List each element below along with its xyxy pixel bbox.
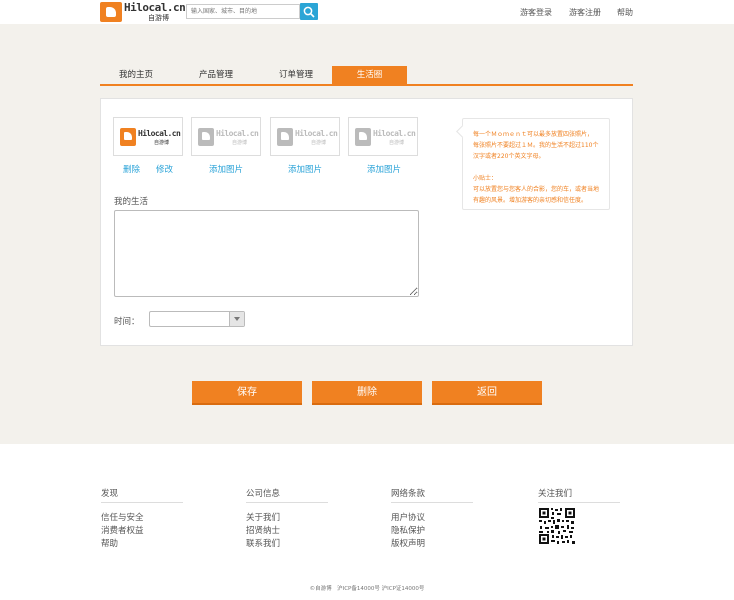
tip-title: 小贴士：: [473, 175, 498, 182]
chevron-down-icon[interactable]: [229, 312, 244, 326]
search-input[interactable]: [187, 5, 299, 18]
footer-title-discover: 发现: [101, 489, 119, 499]
photo-logo-text: Hilocal.cn: [138, 129, 181, 138]
footer-link-help[interactable]: 帮助: [101, 537, 118, 549]
my-life-label: 我的生活: [114, 197, 149, 207]
time-select[interactable]: [149, 311, 245, 327]
footer-link-privacy[interactable]: 隐私保护: [391, 524, 425, 536]
placeholder-logo-icon: [355, 128, 371, 146]
copyright-text: ©自游博 沪ICP备14000号 沪ICP证14000号: [309, 586, 425, 592]
photo-logo-cn: 自游博: [232, 140, 248, 146]
tip-box: 每一个Ｍｏｍｅｎｔ可以最多放置四张照片， 每张照片不要超过１Ｍ。我的生活不超过1…: [462, 118, 610, 210]
photo-slot-2[interactable]: Hilocal.cn 自游博: [191, 117, 261, 156]
photo-logo-cn: 自游博: [311, 140, 327, 146]
search-button[interactable]: [300, 3, 318, 20]
add-photo-link-4[interactable]: 添加图片: [367, 163, 401, 175]
footer-divider: [246, 502, 328, 503]
logo-icon: [100, 2, 122, 22]
photo-logo-cn: 自游博: [154, 140, 170, 146]
tip-line: 每一个Ｍｏｍｅｎｔ可以最多放置四张照片，: [473, 131, 594, 138]
tab-product-management[interactable]: 产品管理: [180, 66, 252, 84]
site-logo[interactable]: Hilocal.cn 自游博: [100, 1, 186, 23]
photo-logo-text: Hilocal.cn: [216, 129, 259, 138]
my-life-textarea[interactable]: [114, 210, 419, 297]
delete-button[interactable]: 删除: [312, 381, 422, 405]
logo-icon: [120, 128, 136, 146]
add-photo-link-2[interactable]: 添加图片: [209, 163, 243, 175]
tip-line: 汉字或者220个英文字母。: [473, 153, 545, 160]
footer-divider: [101, 502, 183, 503]
footer-link-about[interactable]: 关于我们: [246, 511, 280, 523]
footer-link-careers[interactable]: 招贤纳士: [246, 524, 280, 536]
delete-photo-link[interactable]: 删除: [123, 163, 140, 175]
visitor-login-link[interactable]: 游客登录: [520, 7, 552, 18]
edit-photo-link[interactable]: 修改: [156, 163, 173, 175]
footer-link-user-agreement[interactable]: 用户协议: [391, 511, 425, 523]
placeholder-logo-icon: [277, 128, 293, 146]
tab-life-circle[interactable]: 生活圈: [332, 66, 407, 84]
save-button[interactable]: 保存: [192, 381, 302, 405]
tip-line: 可以放置您与您客人的合影，您的车，或者当地: [473, 186, 600, 193]
photo-slot-4[interactable]: Hilocal.cn 自游博: [348, 117, 418, 156]
search-box[interactable]: [186, 4, 300, 19]
back-button[interactable]: 返回: [432, 381, 542, 405]
visitor-register-link[interactable]: 游客注册: [569, 7, 601, 18]
footer-divider: [538, 502, 620, 503]
help-link[interactable]: 帮助: [617, 7, 633, 18]
add-photo-link-3[interactable]: 添加图片: [288, 163, 322, 175]
footer-link-trust-safety[interactable]: 信任与安全: [101, 511, 144, 523]
footer-link-consumer-rights[interactable]: 消费者权益: [101, 524, 144, 536]
time-label: 时间：: [114, 317, 140, 327]
top-header: Hilocal.cn 自游博 游客登录 游客注册 帮助: [0, 0, 734, 24]
photo-logo-text: Hilocal.cn: [373, 129, 416, 138]
photo-logo-cn: 自游博: [389, 140, 405, 146]
tab-order-management[interactable]: 订单管理: [260, 66, 332, 84]
tip-line: 每张照片不要超过１Ｍ。我的生活不超过110个: [473, 142, 599, 149]
tab-bar: 我的主页 产品管理 订单管理 生活圈: [100, 66, 633, 86]
footer-divider: [391, 502, 473, 503]
tip-line: 有趣的风景。增加游客的亲切感和信任度。: [473, 197, 588, 204]
logo-cn-text: 自游博: [148, 14, 169, 22]
photo-logo-text: Hilocal.cn: [295, 129, 338, 138]
footer-link-contact[interactable]: 联系我们: [246, 537, 280, 549]
photo-slot-3[interactable]: Hilocal.cn 自游博: [270, 117, 340, 156]
footer-title-terms: 网络条款: [391, 489, 426, 499]
placeholder-logo-icon: [198, 128, 214, 146]
search-icon: [303, 6, 315, 18]
footer-title-company: 公司信息: [246, 489, 281, 499]
qr-code-icon: [538, 507, 576, 545]
tab-my-home[interactable]: 我的主页: [100, 66, 172, 84]
footer-title-follow: 关注我们: [538, 489, 573, 499]
photo-slot-1[interactable]: Hilocal.cn 自游博: [113, 117, 183, 156]
footer-link-copyright[interactable]: 版权声明: [391, 537, 425, 549]
